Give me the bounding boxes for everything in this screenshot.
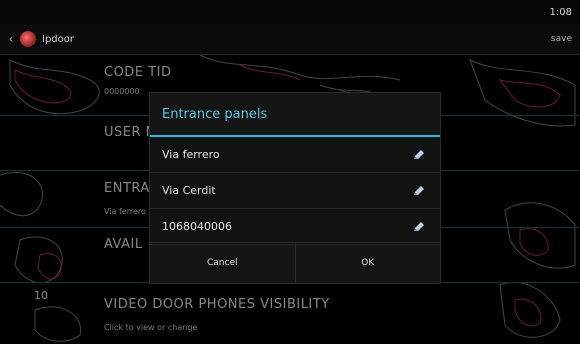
list-item-label: Via Cerdit: [162, 184, 216, 197]
list-item-label: Via ferrero: [162, 148, 220, 161]
app-title: Ipdoor: [42, 33, 74, 45]
edit-icon[interactable]: [412, 184, 426, 198]
list-item[interactable]: Via ferrero: [150, 137, 440, 173]
entrance-panels-dialog: Entrance panels Via ferrero Via Cerdit 1…: [150, 93, 440, 283]
dialog-buttons: Cancel OK: [150, 242, 440, 283]
list-item[interactable]: 1068040006: [150, 209, 440, 245]
save-button[interactable]: save: [551, 34, 572, 44]
edit-icon[interactable]: [412, 148, 426, 162]
dialog-title: Entrance panels: [150, 93, 440, 137]
ok-button[interactable]: OK: [294, 243, 441, 283]
app-logo-icon: [20, 31, 36, 47]
status-bar: 1:08: [0, 0, 580, 24]
edit-icon[interactable]: [412, 220, 426, 234]
action-bar: ‹ Ipdoor save: [0, 24, 580, 55]
list-item-label: 1068040006: [162, 220, 232, 233]
cancel-button[interactable]: Cancel: [150, 243, 295, 283]
chevron-left-icon[interactable]: ‹: [4, 32, 18, 46]
clock: 1:08: [549, 6, 572, 18]
list-item[interactable]: Via Cerdit: [150, 173, 440, 209]
